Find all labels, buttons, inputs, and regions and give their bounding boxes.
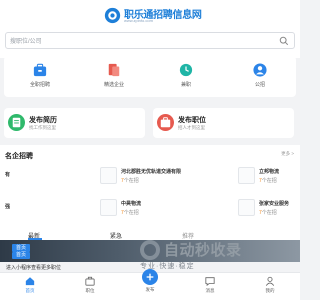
logo-subtext: www.zpinfo.com [124, 18, 153, 23]
nav-jobs[interactable]: 职位 [75, 276, 105, 298]
company-logo [100, 199, 117, 216]
clipped-company-text: 强 [5, 204, 11, 210]
publish-job-card[interactable]: 发布职位 招人才到这里 [153, 108, 294, 138]
card-desc: 找工作到这里 [29, 125, 56, 130]
company-jobs: 7个在招 [259, 178, 277, 184]
watermark-logo-icon [140, 240, 160, 260]
site-logo[interactable]: 职乐通招聘信息网 www.zpinfo.com [104, 6, 204, 24]
company-name: 张家安业服务 [259, 201, 290, 207]
company-item[interactable]: 立邦物流 7个在招 [238, 167, 298, 187]
user-icon [265, 276, 275, 286]
nav-label: 我的 [265, 288, 275, 293]
clipped-company-text: 有 [5, 172, 11, 178]
search-icon[interactable] [279, 36, 289, 46]
featured-companies: 名企招聘 更多 > 有 强 河北郡胜无优轨道交通有限 7个在招 立邦物流 7个在… [0, 145, 300, 230]
message-icon [205, 277, 215, 286]
person-icon [253, 63, 267, 77]
quick-label: 兼职 [180, 82, 191, 88]
company-item[interactable]: 中昊物流 7个在招 [100, 199, 220, 219]
nav-home[interactable]: 首页 [15, 276, 45, 298]
header: 职乐通招聘信息网 www.zpinfo.com 搜职位/公司 [0, 0, 300, 58]
watermark: 自动秒收录 专业·快速·稳定 [140, 238, 290, 272]
publish-resume-card[interactable]: 发布简历 找工作到这里 [4, 108, 145, 138]
search-input[interactable]: 搜职位/公司 [5, 32, 295, 49]
banner-tag: 首页 [12, 244, 30, 252]
home-icon [25, 277, 35, 286]
quick-item-parttime[interactable]: 兼职 [166, 62, 206, 94]
briefcase-icon [33, 63, 47, 77]
nav-label: 发布 [145, 287, 155, 292]
document-icon [108, 63, 120, 77]
company-name: 中昊物流 [121, 201, 142, 207]
company-jobs: 7个在招 [121, 178, 139, 184]
company-logo [238, 167, 255, 184]
banner-tag: 首页 [12, 252, 30, 259]
job-post-icon [157, 114, 174, 131]
company-name: 河北郡胜无优轨道交通有限 [121, 169, 182, 175]
briefcase-icon [85, 276, 95, 286]
company-jobs: 7个在招 [259, 210, 277, 216]
watermark-text: 自动秒收录 [164, 242, 242, 259]
company-logo [100, 167, 117, 184]
more-link[interactable]: 更多 > [281, 151, 294, 157]
nav-messages[interactable]: 消息 [195, 276, 225, 298]
logo-mark-icon [104, 7, 121, 24]
publish-bubble [142, 269, 158, 285]
section-title: 名企招聘 [5, 153, 33, 160]
quick-categories: 全职招聘 精选企业 兼职 公招 [4, 56, 296, 97]
company-name: 立邦物流 [259, 169, 280, 175]
resume-icon [8, 114, 25, 131]
clock-icon [179, 63, 193, 77]
card-desc: 招人才到这里 [178, 125, 205, 130]
search-placeholder: 搜职位/公司 [10, 39, 42, 45]
tab-urgent[interactable]: 紧急 [110, 231, 122, 240]
company-jobs: 7个在招 [121, 210, 139, 216]
banner-subtext: 进入小程序查看更多职位 [6, 265, 62, 271]
plus-icon [146, 273, 154, 281]
card-title: 发布职位 [178, 117, 206, 124]
company-item[interactable]: 张家安业服务 7个在招 [238, 199, 298, 219]
nav-label: 消息 [205, 288, 215, 293]
quick-item-fulltime[interactable]: 全职招聘 [20, 62, 60, 94]
quick-label: 全职招聘 [29, 82, 50, 88]
nav-publish[interactable]: 发布 [135, 269, 165, 292]
quick-label: 公招 [254, 82, 265, 88]
nav-profile[interactable]: 我的 [255, 276, 285, 298]
quick-item-featured[interactable]: 精选企业 [94, 62, 134, 94]
card-title: 发布简历 [29, 117, 57, 124]
bottom-nav: 首页 职位 发布 消息 我的 [0, 269, 300, 300]
company-item[interactable]: 河北郡胜无优轨道交通有限 7个在招 [100, 167, 220, 187]
quick-label: 精选企业 [103, 82, 124, 88]
company-logo [238, 199, 255, 216]
nav-label: 首页 [25, 288, 35, 293]
quick-item-civil[interactable]: 公招 [240, 62, 280, 94]
nav-label: 职位 [85, 288, 95, 293]
